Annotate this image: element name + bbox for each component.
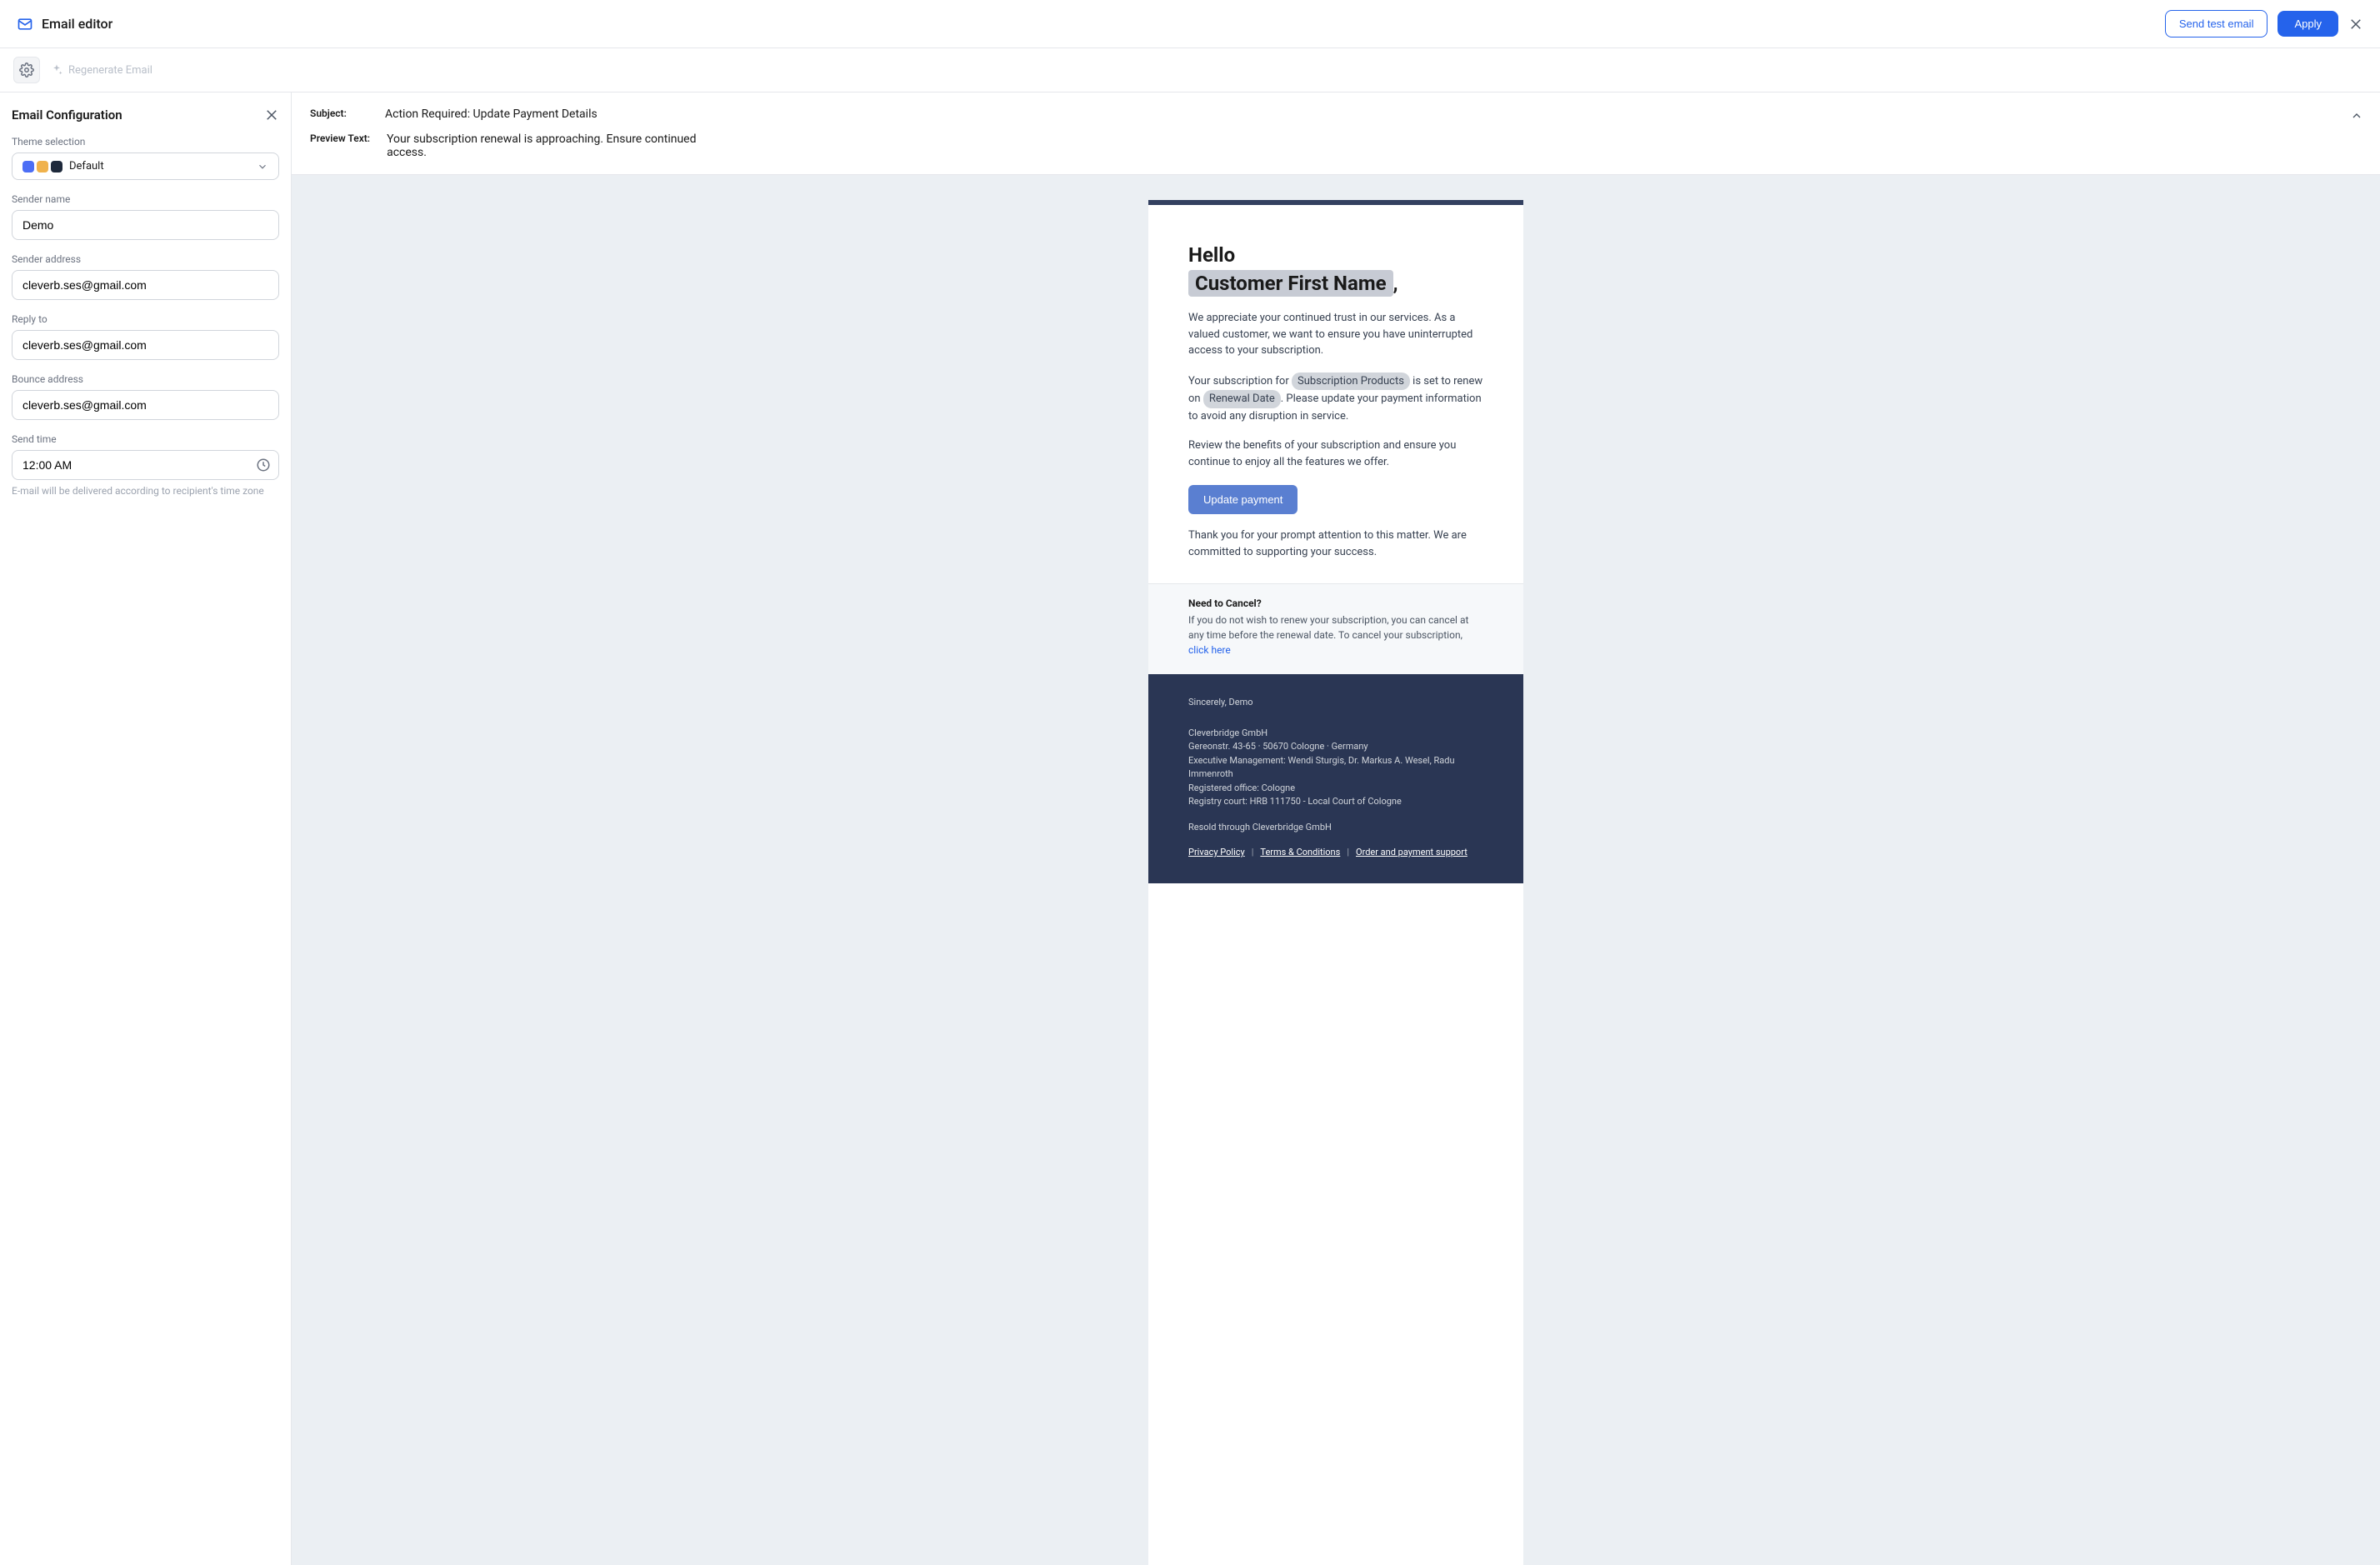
preview-row: Preview Text: Your subscription renewal … [310,132,2362,159]
theme-field: Theme selection Default [12,136,279,180]
reply-to-field: Reply to [12,313,279,360]
p2a: Your subscription for [1188,375,1292,388]
send-time-input[interactable] [12,450,279,480]
settings-gear-button[interactable] [13,57,40,83]
regen-bar: Regenerate Email [0,48,2380,92]
config-panel: Email Configuration Theme selection Defa… [0,92,292,1565]
regenerate-label: Regenerate Email [50,63,152,77]
theme-select-left: Default [22,160,104,172]
update-payment-button[interactable]: Update payment [1188,485,1298,514]
swatch-yellow [37,161,48,172]
footer-mgmt: Executive Management: Wendi Sturgis, Dr.… [1188,754,1483,782]
theme-swatches [22,161,62,172]
cancel-box: Need to Cancel? If you do not wish to re… [1148,583,1523,674]
config-close-icon[interactable] [264,108,279,122]
theme-value: Default [69,160,104,172]
footer-resold: Resold through Cleverbridge GmbH [1188,821,1483,835]
sender-name-label: Sender name [12,193,279,205]
sender-name-input[interactable] [12,210,279,240]
cancel-text: If you do not wish to renew your subscri… [1188,612,1483,658]
renewal-date-pill: Renewal Date [1203,390,1281,408]
footer-sep: | [1347,846,1349,860]
email-footer: Sincerely, Demo Cleverbridge GmbH Gereon… [1148,674,1523,883]
para-4: Thank you for your prompt attention to t… [1188,528,1483,560]
reply-to-label: Reply to [12,313,279,325]
page-title: Email editor [42,16,112,32]
footer-links: Privacy Policy | Terms & Conditions | Or… [1188,846,1483,860]
topbar-left: Email editor [17,16,112,32]
subject-row: Subject: Action Required: Update Payment… [310,108,2362,121]
sender-addr-label: Sender address [12,253,279,265]
sender-name-field: Sender name [12,193,279,240]
send-time-label: Send time [12,433,279,445]
preview-zone: Hello Customer First Name, We appreciate… [292,175,2380,1565]
subject-value: Action Required: Update Payment Details [385,108,598,121]
swatch-blue [22,161,34,172]
footer-office: Registered office: Cologne [1188,782,1483,796]
topbar: Email editor Send test email Apply [0,0,2380,48]
bounce-label: Bounce address [12,373,279,385]
sparkle-icon [50,63,63,77]
subject-label: Subject: [310,108,368,119]
reply-to-input[interactable] [12,330,279,360]
cancel-link[interactable]: click here [1188,644,1231,656]
cancel-body: If you do not wish to renew your subscri… [1188,614,1468,641]
close-icon[interactable] [2348,17,2363,32]
chevron-down-icon [257,161,268,172]
name-placeholder-pill: Customer First Name [1188,270,1393,297]
greeting-name-row: Customer First Name, [1188,270,1483,297]
preview-value: Your subscription renewal is approaching… [387,132,703,159]
footer-signoff: Sincerely, Demo [1188,696,1483,710]
footer-company: Cleverbridge GmbH [1188,727,1483,741]
bounce-input[interactable] [12,390,279,420]
terms-link[interactable]: Terms & Conditions [1260,846,1340,860]
send-time-field: Send time E-mail will be delivered accor… [12,433,279,497]
theme-label: Theme selection [12,136,279,148]
theme-select[interactable]: Default [12,152,279,180]
regenerate-text: Regenerate Email [68,64,152,77]
bounce-field: Bounce address [12,373,279,420]
content: Subject: Action Required: Update Payment… [292,92,2380,1565]
gear-icon [19,62,34,78]
privacy-link[interactable]: Privacy Policy [1188,846,1245,860]
preview-label: Preview Text: [310,132,370,144]
support-link[interactable]: Order and payment support [1356,846,1468,860]
sender-addr-input[interactable] [12,270,279,300]
sender-addr-field: Sender address [12,253,279,300]
para-2: Your subscription for Subscription Produ… [1188,372,1483,425]
footer-sep: | [1252,846,1254,860]
para-1: We appreciate your continued trust in ou… [1188,310,1483,359]
email-body: Hello Customer First Name, We appreciate… [1148,205,1523,583]
config-header: Email Configuration [12,108,279,122]
para-3: Review the benefits of your subscription… [1188,438,1483,470]
greeting: Hello [1188,243,1483,267]
send-time-hint: E-mail will be delivered according to re… [12,485,279,497]
config-heading: Email Configuration [12,108,122,122]
collapse-chevron-icon[interactable] [2350,109,2363,122]
swatch-dark [51,161,62,172]
footer-court: Registry court: HRB 111750 - Local Court… [1188,795,1483,809]
email-preview: Hello Customer First Name, We appreciate… [1148,200,1523,1565]
send-time-wrap [12,450,279,480]
footer-addr: Gereonstr. 43-65 · 50670 Cologne · Germa… [1188,740,1483,754]
main: Email Configuration Theme selection Defa… [0,92,2380,1565]
mail-icon [17,16,33,32]
topbar-right: Send test email Apply [2165,10,2363,38]
products-pill: Subscription Products [1292,372,1410,391]
clock-icon [256,458,271,472]
meta-bar: Subject: Action Required: Update Payment… [292,92,2380,175]
cancel-heading: Need to Cancel? [1188,598,1483,609]
footer-company-block: Cleverbridge GmbH Gereonstr. 43-65 · 506… [1188,727,1483,809]
comma: , [1393,272,1398,295]
send-test-button[interactable]: Send test email [2165,10,2268,38]
apply-button[interactable]: Apply [2278,11,2338,37]
